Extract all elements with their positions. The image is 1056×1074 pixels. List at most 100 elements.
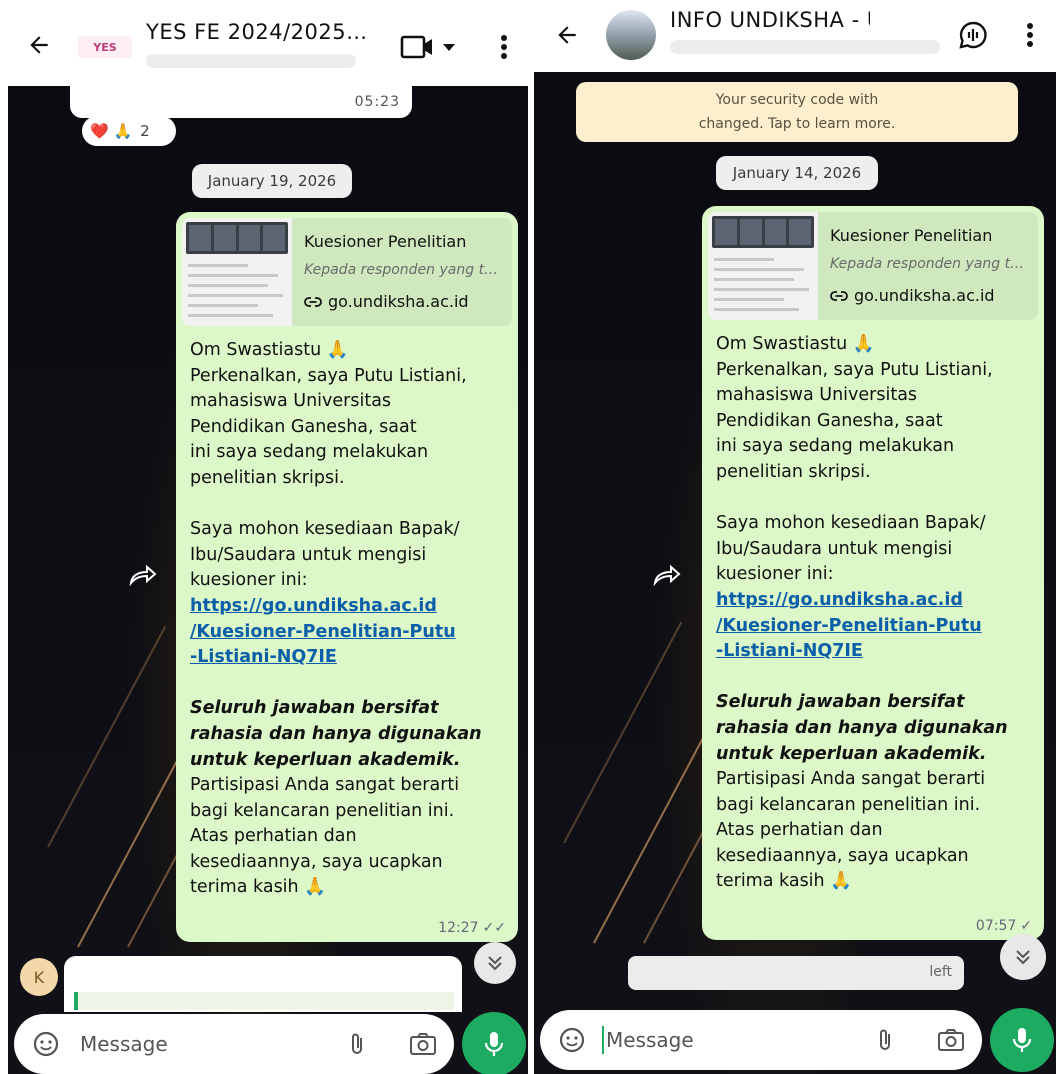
reactions-badge[interactable]: ❤️ 🙏 2 [82,116,176,146]
text-line: Partisipasi Anda sangat berarti [190,775,460,796]
questionnaire-link[interactable]: -Listiani-NQ7IE [716,639,1026,665]
more-options-icon [1027,23,1033,47]
double-check-icon: ✓✓ [482,920,506,936]
camera-icon [938,1029,964,1051]
greeting: Om Swastiastu 🙏 [716,334,875,354]
text-line-bold: rahasia dan hanya digunakan [716,717,1008,738]
mic-icon [484,1032,504,1056]
chat-header: INFO UNDIKSHA - UNOF… [534,0,1056,72]
text-line-bold: untuk keperluan akademik. [716,743,987,764]
text-line: Pendidikan Ganesha, saat [190,416,417,437]
previous-message-time: 05:23 [354,94,400,110]
video-call-button[interactable] [400,34,460,60]
security-line-1: Your security code with [715,92,879,108]
message-input[interactable]: Message [606,1028,694,1052]
attach-button[interactable] [344,1030,370,1058]
previous-message[interactable]: 05:23 [70,86,412,118]
text-line: kuesioner ini: [190,570,308,591]
back-button[interactable] [550,18,584,52]
forward-button[interactable] [650,560,684,590]
text-line-bold: Seluruh jawaban bersifat [716,692,965,713]
reaction-count: 2 [140,122,150,140]
chat-panel-left: YES YES FE 2024/2025… 05:23 ❤️ 🙏 2 Janua… [0,0,528,1074]
scroll-down-button[interactable] [1000,934,1046,980]
text-line: mahasiswa Universitas [716,385,918,406]
link-preview-domain: go.undiksha.ac.id [304,292,469,311]
text-line-bold: untuk keperluan akademik. [190,749,461,770]
link-preview[interactable]: Kuesioner Penelitian Kepada responden ya… [708,212,1038,320]
security-line-2: changed. Tap to learn more. [698,116,896,132]
message-input[interactable]: Message [80,1032,168,1056]
message-composer[interactable]: Message [14,1014,454,1074]
attach-icon [880,1029,890,1050]
text-line: Saya mohon kesediaan Bapak/ [190,519,460,540]
link-preview[interactable]: Kuesioner Penelitian Kepada responden ya… [182,218,512,326]
text-line: Saya mohon kesediaan Bapak/ [716,513,986,534]
group-avatar[interactable] [606,10,656,60]
text-line: kesediaannya, saya ucapkan [190,851,443,872]
more-options-icon [501,35,507,59]
back-button[interactable] [22,28,56,62]
link-icon [830,290,848,301]
message-time: 07:57 [975,918,1017,934]
greeting: Om Swastiastu 🙏 [190,340,349,360]
scroll-down-icon [488,956,502,971]
text-cursor [602,1026,604,1054]
link-preview-domain-text: go.undiksha.ac.id [328,292,469,311]
group-avatar[interactable]: YES [78,36,132,58]
voice-chat-button[interactable] [956,18,990,52]
text-line: Atas perhatian dan [716,820,883,841]
link-preview-description: Kepada responden yang t… [830,256,1025,272]
camera-button[interactable] [408,1030,438,1058]
text-line: Ibu/Saudara untuk mengisi [716,538,953,559]
more-options-button[interactable] [492,32,516,62]
voice-chat-icon [959,21,987,49]
questionnaire-link[interactable]: https://go.undiksha.ac.id [190,594,500,620]
forward-button[interactable] [126,560,160,590]
text-line: ini saya sedang melakukan [716,436,955,457]
sticker-button[interactable] [32,1030,60,1058]
voice-record-button[interactable] [990,1008,1054,1072]
link-preview-title: Kuesioner Penelitian [830,226,993,245]
questionnaire-link[interactable]: /Kuesioner-Penelitian-Putu [190,620,500,646]
text-line: kuesioner ini: [716,564,834,585]
message-composer[interactable]: Message [540,1010,982,1070]
camera-icon [410,1033,436,1055]
reaction-emojis: ❤️ 🙏 [90,122,133,140]
message-meta: 07:57 ✓ [976,918,1032,934]
voice-record-button[interactable] [462,1012,526,1074]
attach-button[interactable] [872,1026,898,1054]
message-text: Om Swastiastu 🙏 Perkenalkan, saya Putu L… [190,338,500,901]
text-line: bagi kelancaran penelitian ini. [716,794,981,815]
sticker-button[interactable] [558,1026,586,1054]
text-line: Atas perhatian dan [190,826,357,847]
chat-panel-right: INFO UNDIKSHA - UNOF… Your security code… [534,0,1056,1074]
more-options-button[interactable] [1018,20,1042,50]
message-text: Om Swastiastu 🙏 Perkenalkan, saya Putu L… [716,332,1026,895]
text-line: mahasiswa Universitas [190,391,392,412]
message-bubble[interactable]: Kuesioner Penelitian Kepada responden ya… [176,212,518,942]
chat-title[interactable]: INFO UNDIKSHA - UNOF… [670,8,870,32]
questionnaire-link[interactable]: https://go.undiksha.ac.id [716,588,1026,614]
camera-button[interactable] [936,1026,966,1054]
security-code-notice[interactable]: Your security code with changed. Tap to … [576,82,1018,142]
link-preview-domain-text: go.undiksha.ac.id [854,286,995,305]
chat-subtitle [146,54,356,68]
forward-icon [129,564,157,586]
video-call-icon [400,35,455,59]
link-preview-domain: go.undiksha.ac.id [830,286,995,305]
questionnaire-link[interactable]: -Listiani-NQ7IE [190,645,500,671]
system-notice-text: left [929,964,952,980]
scroll-down-button[interactable] [474,942,516,984]
chat-title[interactable]: YES FE 2024/2025… [146,20,382,44]
message-bubble[interactable]: Kuesioner Penelitian Kepada responden ya… [702,206,1044,940]
message-meta: 12:27 ✓✓ [438,920,506,936]
sender-avatar[interactable]: K [20,958,58,996]
chat-header: YES YES FE 2024/2025… [0,0,528,86]
scroll-down-icon [1016,950,1030,965]
incoming-message-partial[interactable] [64,956,462,1012]
questionnaire-link[interactable]: /Kuesioner-Penelitian-Putu [716,614,1026,640]
date-separator: January 19, 2026 [192,164,352,198]
text-line-bold: rahasia dan hanya digunakan [190,723,482,744]
text-line: penelitian skripsi. [190,467,345,488]
